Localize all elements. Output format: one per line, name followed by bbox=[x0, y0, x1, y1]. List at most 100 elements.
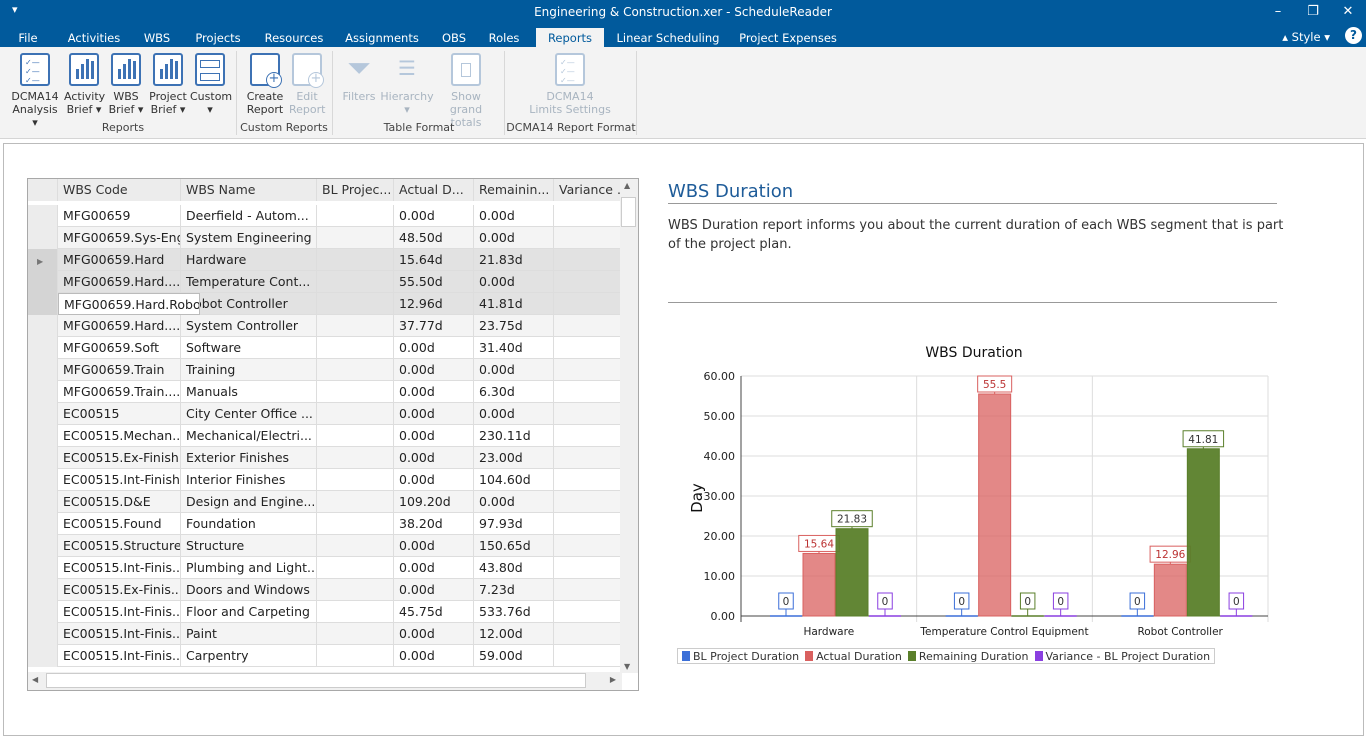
row-header[interactable] bbox=[28, 645, 58, 667]
table-cell[interactable]: MFG00659 bbox=[58, 205, 181, 227]
table-row[interactable]: EC00515.Found Foundation 38.20d 97.93d bbox=[28, 513, 621, 535]
table-cell[interactable] bbox=[317, 447, 394, 469]
dcma14-limits-settings-button[interactable]: ✓— ✓— ✓— DCMA14 Limits Settings bbox=[505, 53, 635, 116]
table-row[interactable]: EC00515.Ex-Finis... Doors and Windows 0.00… bbox=[28, 579, 621, 601]
table-cell[interactable]: 109.20d bbox=[394, 491, 474, 513]
table-cell[interactable] bbox=[317, 337, 394, 359]
row-header[interactable] bbox=[28, 623, 58, 645]
table-cell[interactable] bbox=[554, 227, 621, 249]
table-cell[interactable] bbox=[317, 359, 394, 381]
table-cell[interactable]: 15.64d bbox=[394, 249, 474, 271]
table-row[interactable]: EC00515.D&E Design and Engine... 109.20d 0.… bbox=[28, 491, 621, 513]
table-row[interactable]: MFG00659.Train Training 0.00d 0.00d bbox=[28, 359, 621, 381]
table-cell[interactable]: EC00515.Structure bbox=[58, 535, 181, 557]
table-cell[interactable] bbox=[317, 557, 394, 579]
wbs-brief-button[interactable]: WBS Brief ▾ bbox=[108, 53, 144, 116]
table-cell[interactable] bbox=[317, 645, 394, 667]
table-row[interactable]: MFG00659 Deerfield - Autom... 0.00d 0.00d bbox=[28, 205, 621, 227]
tab-project-expenses[interactable]: Project Expenses bbox=[736, 28, 840, 47]
column-header[interactable]: Variance ... bbox=[554, 179, 621, 201]
table-row[interactable]: MFG00659.Hard.Robot Robot Controller 12.96… bbox=[28, 293, 621, 315]
table-cell[interactable]: 23.75d bbox=[474, 315, 554, 337]
table-cell[interactable]: 23.00d bbox=[474, 447, 554, 469]
table-cell[interactable]: EC00515.Int-Finis... bbox=[58, 645, 181, 667]
table-cell[interactable]: 0.00d bbox=[474, 491, 554, 513]
table-cell[interactable] bbox=[554, 491, 621, 513]
table-cell[interactable]: EC00515.Found bbox=[58, 513, 181, 535]
restore-button[interactable]: ❐ bbox=[1303, 4, 1323, 19]
edit-report-button[interactable]: + Edit Report bbox=[289, 53, 325, 116]
table-cell[interactable]: 0.00d bbox=[474, 403, 554, 425]
scroll-thumb[interactable] bbox=[621, 197, 636, 227]
table-cell[interactable]: Doors and Windows bbox=[181, 579, 317, 601]
table-row[interactable]: MFG00659.Hard.... Temperature Cont... 55.5… bbox=[28, 271, 621, 293]
table-row[interactable]: MFG00659.Soft Software 0.00d 31.40d bbox=[28, 337, 621, 359]
table-cell[interactable]: 0.00d bbox=[394, 381, 474, 403]
table-cell[interactable]: 0.00d bbox=[394, 359, 474, 381]
table-cell[interactable]: Paint bbox=[181, 623, 317, 645]
table-cell[interactable]: 0.00d bbox=[394, 557, 474, 579]
column-header[interactable]: Actual D... bbox=[394, 179, 474, 201]
table-cell[interactable] bbox=[317, 425, 394, 447]
table-cell[interactable]: 0.00d bbox=[474, 205, 554, 227]
table-row[interactable]: EC00515 City Center Office ... 0.00d 0.00d bbox=[28, 403, 621, 425]
tab-resources[interactable]: Resources bbox=[258, 28, 330, 47]
table-cell[interactable] bbox=[554, 315, 621, 337]
table-cell[interactable]: MFG00659.Hard bbox=[58, 249, 181, 271]
row-header[interactable] bbox=[28, 271, 58, 293]
table-cell[interactable]: EC00515.Int-Finish bbox=[58, 469, 181, 491]
row-header[interactable] bbox=[28, 315, 58, 337]
tab-roles[interactable]: Roles bbox=[484, 28, 524, 47]
table-cell[interactable]: Robot Controller bbox=[181, 293, 317, 315]
table-cell[interactable] bbox=[554, 271, 621, 293]
minimize-button[interactable]: – bbox=[1268, 4, 1288, 19]
table-row[interactable]: EC00515.Int-Finis... Floor and Carpeting 4… bbox=[28, 601, 621, 623]
project-brief-button[interactable]: Project Brief ▾ bbox=[148, 53, 188, 116]
table-cell[interactable] bbox=[317, 293, 394, 315]
table-cell[interactable]: Carpentry bbox=[181, 645, 317, 667]
table-row[interactable]: EC00515.Mechan... Mechanical/Electri... 0.… bbox=[28, 425, 621, 447]
table-row[interactable]: MFG00659.Hard.... System Controller 37.77d… bbox=[28, 315, 621, 337]
table-cell[interactable]: 0.00d bbox=[394, 535, 474, 557]
dcma14-analysis-button[interactable]: ✓— ✓— ✓— DCMA14 Analysis ▾ bbox=[10, 53, 60, 129]
table-cell[interactable]: 12.00d bbox=[474, 623, 554, 645]
table-cell[interactable] bbox=[554, 205, 621, 227]
table-cell[interactable]: 0.00d bbox=[394, 205, 474, 227]
table-cell[interactable]: Temperature Cont... bbox=[181, 271, 317, 293]
table-cell[interactable] bbox=[317, 513, 394, 535]
table-cell[interactable]: 41.81d bbox=[474, 293, 554, 315]
table-cell[interactable]: 0.00d bbox=[474, 359, 554, 381]
table-cell[interactable]: EC00515.Int-Finis... bbox=[58, 557, 181, 579]
column-header[interactable]: WBS Code bbox=[58, 179, 181, 201]
table-cell[interactable] bbox=[554, 337, 621, 359]
row-header[interactable] bbox=[28, 425, 58, 447]
table-cell[interactable]: MFG00659.Hard.... bbox=[58, 315, 181, 337]
table-row[interactable]: EC00515.Int-Finis... Paint 0.00d 12.00d bbox=[28, 623, 621, 645]
table-cell[interactable] bbox=[317, 381, 394, 403]
table-cell[interactable]: 0.00d bbox=[394, 337, 474, 359]
table-cell[interactable]: 104.60d bbox=[474, 469, 554, 491]
table-cell[interactable]: EC00515.D&E bbox=[58, 491, 181, 513]
table-row[interactable]: EC00515.Int-Finis... Plumbing and Light..… bbox=[28, 557, 621, 579]
scroll-thumb[interactable] bbox=[46, 673, 586, 688]
table-row[interactable]: MFG00659.Sys-Eng System Engineering 48.50d… bbox=[28, 227, 621, 249]
table-cell[interactable] bbox=[554, 381, 621, 403]
table-cell[interactable]: 0.00d bbox=[394, 579, 474, 601]
row-header[interactable] bbox=[28, 513, 58, 535]
table-cell[interactable] bbox=[554, 579, 621, 601]
row-header[interactable] bbox=[28, 557, 58, 579]
table-cell[interactable]: MFG00659.Train.... bbox=[58, 381, 181, 403]
table-cell[interactable]: Software bbox=[181, 337, 317, 359]
table-cell[interactable] bbox=[554, 359, 621, 381]
row-header[interactable] bbox=[28, 601, 58, 623]
table-cell[interactable]: System Controller bbox=[181, 315, 317, 337]
table-row[interactable]: EC00515.Int-Finish Interior Finishes 0.00d… bbox=[28, 469, 621, 491]
row-header[interactable] bbox=[28, 205, 58, 227]
table-cell[interactable]: 0.00d bbox=[394, 469, 474, 491]
table-cell[interactable]: 0.00d bbox=[394, 425, 474, 447]
table-cell[interactable]: 0.00d bbox=[394, 623, 474, 645]
table-cell[interactable]: 59.00d bbox=[474, 645, 554, 667]
tab-wbs[interactable]: WBS bbox=[137, 28, 177, 47]
table-cell[interactable]: 97.93d bbox=[474, 513, 554, 535]
table-cell[interactable]: 48.50d bbox=[394, 227, 474, 249]
